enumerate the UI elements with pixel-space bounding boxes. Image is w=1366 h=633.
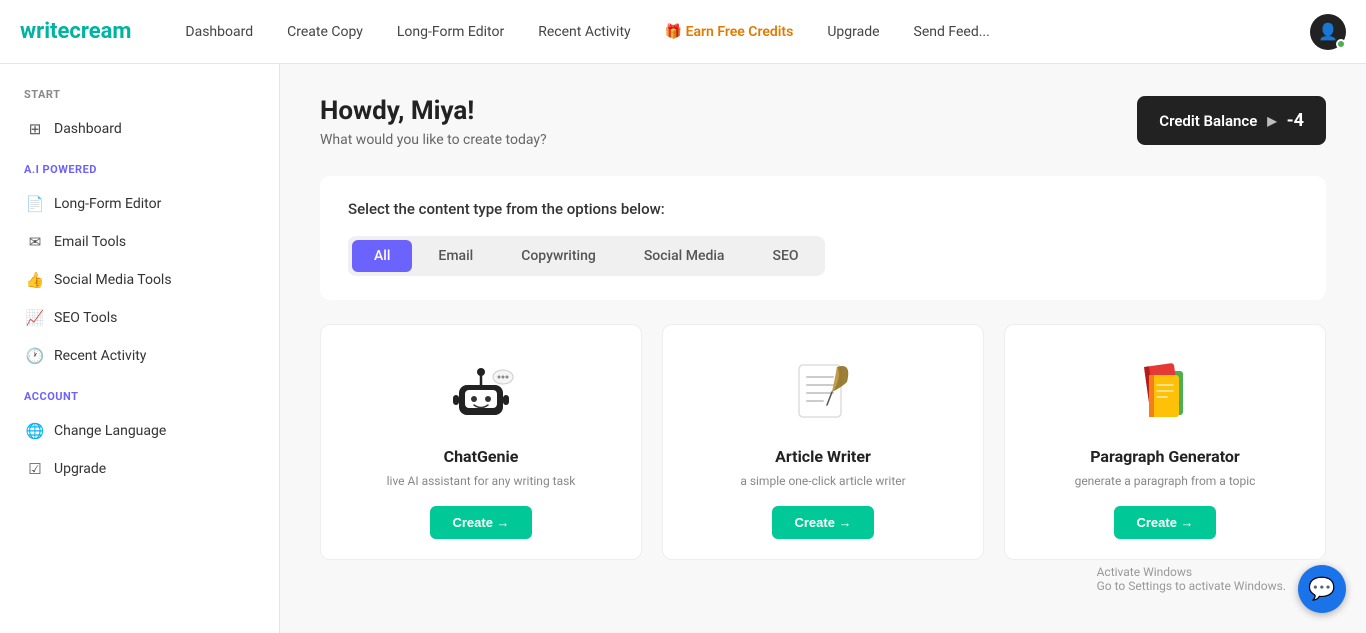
paragraph-generator-icon-area: [1125, 353, 1205, 433]
chatgenie-icon: [445, 357, 517, 429]
nav-long-form-editor[interactable]: Long-Form Editor: [383, 16, 518, 48]
filter-tab-all[interactable]: All: [352, 240, 412, 272]
nav-create-copy[interactable]: Create Copy: [273, 16, 377, 48]
paragraph-generator-icon: [1129, 357, 1201, 429]
article-writer-icon-area: [783, 353, 863, 433]
credit-balance-arrow: ▶: [1267, 114, 1276, 128]
credit-balance-button[interactable]: Credit Balance ▶ -4: [1137, 96, 1326, 145]
greeting-block: Howdy, Miya! What would you like to crea…: [320, 96, 547, 148]
sidebar-account-label: Account: [16, 390, 263, 403]
tool-card-chatgenie: ChatGenie live AI assistant for any writ…: [320, 324, 642, 560]
social-icon: 👍: [26, 271, 44, 289]
chat-widget-button[interactable]: 💬: [1298, 565, 1346, 613]
chatgenie-create-button[interactable]: Create →: [430, 506, 531, 539]
main-header: Howdy, Miya! What would you like to crea…: [320, 96, 1326, 148]
logo-black: write: [20, 19, 69, 44]
email-icon: ✉: [26, 233, 44, 251]
avatar-icon: 👤: [1318, 22, 1338, 41]
chatgenie-name: ChatGenie: [444, 447, 519, 466]
sidebar-upgrade-label: Upgrade: [54, 461, 106, 477]
paragraph-generator-name: Paragraph Generator: [1090, 447, 1240, 466]
chat-widget-icon: 💬: [1308, 577, 1335, 602]
top-navigation: writecream Dashboard Create Copy Long-Fo…: [0, 0, 1366, 64]
sidebar-item-long-form-editor[interactable]: 📄 Long-Form Editor: [16, 186, 263, 222]
nav-send-feedback[interactable]: Send Feed...: [900, 16, 1004, 48]
online-dot: [1336, 39, 1346, 49]
seo-icon: 📈: [26, 309, 44, 327]
gift-icon: 🎁: [665, 24, 682, 40]
credit-balance-value: -4: [1287, 110, 1304, 131]
greeting-title: Howdy, Miya!: [320, 96, 547, 126]
credit-balance-label: Credit Balance: [1159, 112, 1257, 130]
nav-recent-activity[interactable]: Recent Activity: [524, 16, 644, 48]
sidebar-item-seo-tools[interactable]: 📈 SEO Tools: [16, 300, 263, 336]
filter-tab-email[interactable]: Email: [416, 240, 495, 272]
tool-card-article-writer: Article Writer a simple one-click articl…: [662, 324, 984, 560]
chatgenie-icon-area: [441, 353, 521, 433]
sidebar-item-email-tools[interactable]: ✉ Email Tools: [16, 224, 263, 260]
user-avatar[interactable]: 👤: [1310, 14, 1346, 50]
filter-tab-seo[interactable]: SEO: [750, 240, 820, 272]
sidebar-item-upgrade[interactable]: ☑ Upgrade: [16, 451, 263, 487]
sidebar-seo-tools-label: SEO Tools: [54, 310, 117, 326]
filter-tabs: All Email Copywriting Social Media SEO: [348, 236, 825, 276]
paragraph-generator-desc: generate a paragraph from a topic: [1075, 472, 1256, 490]
logo[interactable]: writecream: [20, 19, 131, 44]
greeting-subtitle: What would you like to create today?: [320, 132, 547, 148]
nav-links: Dashboard Create Copy Long-Form Editor R…: [171, 16, 1310, 48]
nav-dashboard[interactable]: Dashboard: [171, 16, 267, 48]
sidebar-change-language-label: Change Language: [54, 423, 166, 439]
filter-tab-social-media[interactable]: Social Media: [622, 240, 747, 272]
upgrade-icon: ☑: [26, 460, 44, 478]
sidebar-email-tools-label: Email Tools: [54, 234, 126, 250]
sidebar-recent-activity-label: Recent Activity: [54, 348, 146, 364]
tools-grid: ChatGenie live AI assistant for any writ…: [320, 324, 1326, 560]
paragraph-generator-create-button[interactable]: Create →: [1114, 506, 1215, 539]
globe-icon: 🌐: [26, 422, 44, 440]
article-writer-icon: [787, 357, 859, 429]
sidebar: Start ⊞ Dashboard A.I Powered 📄 Long-For…: [0, 64, 280, 633]
content-type-label: Select the content type from the options…: [348, 200, 1298, 218]
sidebar-long-form-label: Long-Form Editor: [54, 196, 161, 212]
sidebar-dashboard-label: Dashboard: [54, 121, 122, 137]
nav-upgrade[interactable]: Upgrade: [813, 16, 893, 48]
tool-card-paragraph-generator: Paragraph Generator generate a paragraph…: [1004, 324, 1326, 560]
article-writer-name: Article Writer: [775, 447, 871, 466]
content-selector-box: Select the content type from the options…: [320, 176, 1326, 300]
chatgenie-desc: live AI assistant for any writing task: [387, 472, 576, 490]
filter-tab-copywriting[interactable]: Copywriting: [499, 240, 618, 272]
sidebar-item-social-media-tools[interactable]: 👍 Social Media Tools: [16, 262, 263, 298]
sidebar-item-dashboard[interactable]: ⊞ Dashboard: [16, 111, 263, 147]
article-writer-desc: a simple one-click article writer: [740, 472, 905, 490]
article-writer-create-button[interactable]: Create →: [772, 506, 873, 539]
dashboard-icon: ⊞: [26, 120, 44, 138]
logo-teal: cream: [69, 19, 131, 44]
sidebar-ai-label: A.I Powered: [16, 163, 263, 176]
sidebar-start-label: Start: [16, 88, 263, 101]
main-content: Howdy, Miya! What would you like to crea…: [280, 64, 1366, 633]
file-icon: 📄: [26, 195, 44, 213]
sidebar-item-recent-activity[interactable]: 🕐 Recent Activity: [16, 338, 263, 374]
sidebar-item-change-language[interactable]: 🌐 Change Language: [16, 413, 263, 449]
sidebar-social-media-label: Social Media Tools: [54, 272, 172, 288]
nav-earn-free-credits[interactable]: 🎁 Earn Free Credits: [651, 16, 808, 48]
clock-icon: 🕐: [26, 347, 44, 365]
app-layout: Start ⊞ Dashboard A.I Powered 📄 Long-For…: [0, 64, 1366, 633]
